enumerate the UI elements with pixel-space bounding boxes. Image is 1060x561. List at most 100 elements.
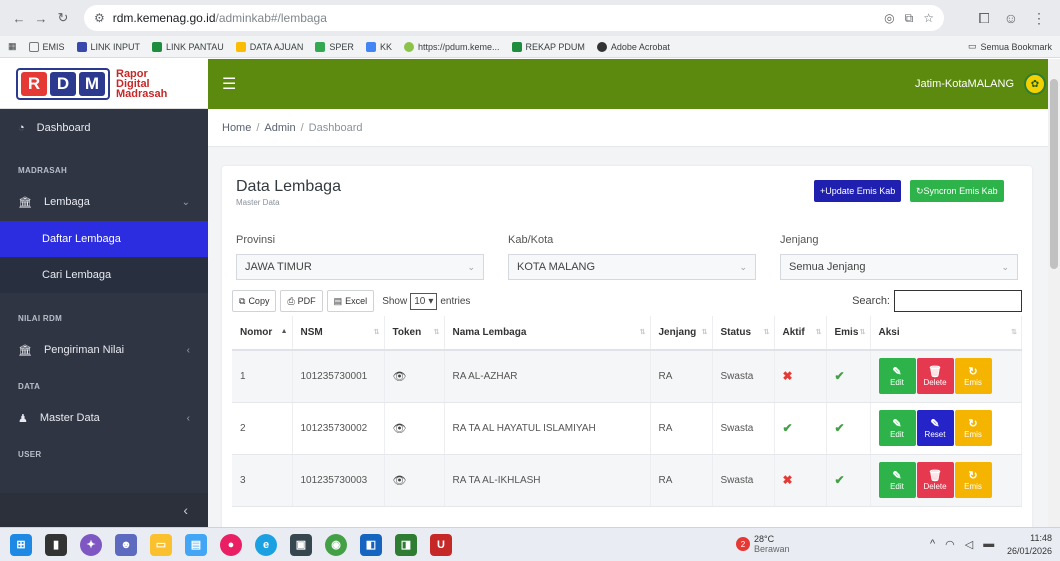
scrollbar-thumb[interactable] — [1050, 79, 1058, 269]
sidebar-item-pengiriman-nilai[interactable]: 🏛 Pengiriman Nilai ‹ — [0, 331, 208, 369]
delete-button[interactable]: 🗑 Delete — [916, 358, 954, 395]
col-status[interactable]: Status ⇅ — [712, 316, 775, 351]
page-icon — [28, 41, 39, 52]
eye-icon[interactable]: 👁 — [393, 423, 407, 435]
wifi-icon[interactable]: ◠ — [945, 538, 955, 551]
check-icon: ✔ — [834, 369, 845, 384]
emis-button[interactable]: ↻ Emis — [954, 410, 992, 446]
excel-button[interactable]: ▤ Excel — [326, 290, 375, 312]
col-nama-lembaga[interactable]: Nama Lembaga ⇅ — [444, 316, 651, 351]
bookmark-kk[interactable]: KK — [365, 41, 392, 52]
battery-icon[interactable]: ▬ — [983, 538, 994, 551]
sidebar-item-lembaga[interactable]: 🏛 Lembaga ⌄ — [0, 183, 208, 221]
bookmark-emis[interactable]: EMIS — [28, 41, 65, 52]
breadcrumb-home[interactable]: Home — [222, 122, 251, 134]
refresh-icon: ↻ — [968, 366, 978, 379]
forward-icon[interactable]: → — [30, 7, 52, 29]
copy-button[interactable]: ⧉ Copy — [232, 290, 277, 312]
datatable-toolbar: ⧉ Copy ⎙ PDF ▤ Excel Show 10 ▾ entries Searc… — [232, 289, 1022, 313]
all-bookmarks[interactable]: ▭ Semua Bookmark — [968, 41, 1052, 52]
app-icon[interactable]: ● — [220, 533, 242, 556]
eye-icon[interactable]: 👁 — [393, 475, 407, 487]
menu-kebab-icon[interactable]: ⋮ — [1032, 10, 1046, 27]
edit-button[interactable]: ✎ Edit — [878, 410, 916, 446]
col-nomor[interactable]: Nomor ▲ — [232, 316, 293, 351]
sidebar-item-dashboard[interactable]: ◔ Dashboard — [0, 109, 208, 147]
search-input[interactable] — [894, 290, 1022, 312]
col-aktif[interactable]: Aktif ⇅ — [774, 316, 827, 351]
address-bar[interactable]: ⚙ rdm.kemenag.go.id/adminkab#/lembaga ◎ … — [84, 5, 944, 31]
institution-icon: 🏛 — [18, 344, 32, 357]
copilot-icon[interactable]: ✦ — [80, 533, 102, 556]
sync-icon: ↻ — [916, 185, 924, 196]
user-avatar[interactable]: ✿ — [1024, 73, 1046, 95]
breadcrumb-admin[interactable]: Admin — [264, 122, 295, 134]
col-nsm[interactable]: NSM ⇅ — [292, 316, 385, 351]
user-name[interactable]: Jatim-KotaMALANG — [915, 78, 1014, 90]
edit-button[interactable]: ✎ Edit — [878, 462, 916, 498]
sidebar-item-daftar-lembaga[interactable]: Daftar Lembaga — [0, 221, 208, 257]
speaker-icon[interactable]: ◁ — [965, 538, 973, 551]
col-token[interactable]: Token ⇅ — [384, 316, 445, 351]
col-emis[interactable]: Emis ⇅ — [826, 316, 871, 351]
windows-start-icon[interactable]: ⊞ — [10, 533, 32, 556]
page-length-select[interactable]: 10 ▾ — [410, 292, 438, 310]
drive-icon — [315, 41, 326, 52]
bookmark-adobe-acrobat[interactable]: Adobe Acrobat — [596, 41, 670, 52]
store-icon[interactable]: ▤ — [185, 533, 207, 556]
page-scrollbar[interactable] — [1048, 59, 1060, 527]
weather-widget[interactable]: 2 28°C Berawan — [736, 534, 790, 554]
bookmark-link-pantau[interactable]: LINK PANTAU — [152, 41, 224, 52]
syncron-emis-kab-button[interactable]: ↻ Syncron Emis Kab — [910, 180, 1004, 202]
extension-icon[interactable]: ◎ — [884, 11, 894, 26]
refresh-icon: ↻ — [968, 470, 978, 482]
app-logo[interactable]: R D M Rapor Digital Madrasah — [0, 59, 208, 109]
emis-button[interactable]: ↻ Emis — [954, 462, 992, 498]
provinsi-select[interactable]: JAWA TIMUR ⌄ — [236, 254, 484, 280]
chevron-up-icon[interactable]: ^ — [930, 538, 935, 551]
shield-icon[interactable]: U — [430, 533, 452, 556]
eye-icon[interactable]: 👁 — [393, 371, 407, 383]
col-jenjang[interactable]: Jenjang ⇅ — [650, 316, 713, 351]
logo-text: Rapor Digital Madrasah — [116, 67, 168, 100]
chrome-icon[interactable]: ◉ — [325, 533, 347, 556]
bookmark-star-icon[interactable]: ☆ — [923, 11, 934, 26]
weather-badge-icon: 2 — [736, 537, 750, 551]
search-icon[interactable]: ▮ — [45, 533, 67, 556]
pdf-button[interactable]: ⎙ PDF — [280, 290, 323, 312]
profile-icon[interactable]: ☺ — [1004, 10, 1018, 27]
reload-icon[interactable]: ↻ — [52, 7, 74, 29]
sidebar-item-master-data[interactable]: ♟ Master Data ‹ — [0, 399, 208, 437]
inactive-x-icon: ✖ — [782, 369, 793, 384]
jenjang-select[interactable]: Semua Jenjang ⌄ — [780, 254, 1018, 280]
bookmark-link-input[interactable]: LINK INPUT — [76, 41, 140, 52]
update-emis-kab-button[interactable]: +Update Emis Kab — [814, 180, 902, 202]
extensions-puzzle-icon[interactable]: ⧠ — [979, 10, 990, 27]
reset-button[interactable]: ✎ Reset — [916, 410, 954, 446]
bookmark-data-ajuan[interactable]: DATA AJUAN — [235, 41, 303, 52]
teams-icon[interactable]: ☻ — [115, 533, 137, 556]
apps-grid-icon[interactable]: ▦ — [8, 41, 17, 52]
edit-button[interactable]: ✎ Edit — [878, 358, 916, 395]
photos-icon[interactable]: ▣ — [290, 533, 312, 556]
hamburger-menu-icon[interactable]: ☰ — [222, 74, 236, 94]
kab-kota-select[interactable]: KOTA MALANG ⌄ — [508, 254, 756, 280]
bookmark-rekap-pdum[interactable]: REKAP PDUM — [511, 41, 585, 52]
back-icon[interactable]: ← — [8, 7, 30, 29]
doc-icon — [76, 41, 87, 52]
site-info-icon[interactable]: ⚙ — [94, 11, 105, 25]
emis-button[interactable]: ↻ Emis — [954, 358, 992, 395]
file-explorer-icon[interactable]: ▭ — [150, 533, 172, 556]
app-icon[interactable]: ◧ — [360, 533, 382, 556]
bookmark-sper[interactable]: SPER — [315, 41, 354, 52]
sidebar-item-cari-lembaga[interactable]: Cari Lembaga — [0, 257, 208, 293]
sidebar-collapse-button[interactable]: ‹ — [0, 493, 208, 527]
taskbar-clock[interactable]: 11:48 26/01/2026 — [1007, 532, 1052, 558]
edge-icon[interactable]: e — [255, 533, 277, 556]
bookmark-pdum[interactable]: https://pdum.keme... — [403, 41, 500, 52]
col-aksi[interactable]: Aksi ⇅ — [870, 316, 1022, 351]
sidebar-section-madrasah: MADRASAH — [18, 165, 68, 175]
app-icon[interactable]: ◨ — [395, 533, 417, 556]
cast-icon[interactable]: ⧉ — [905, 11, 914, 26]
delete-button[interactable]: 🗑 Delete — [916, 462, 954, 498]
